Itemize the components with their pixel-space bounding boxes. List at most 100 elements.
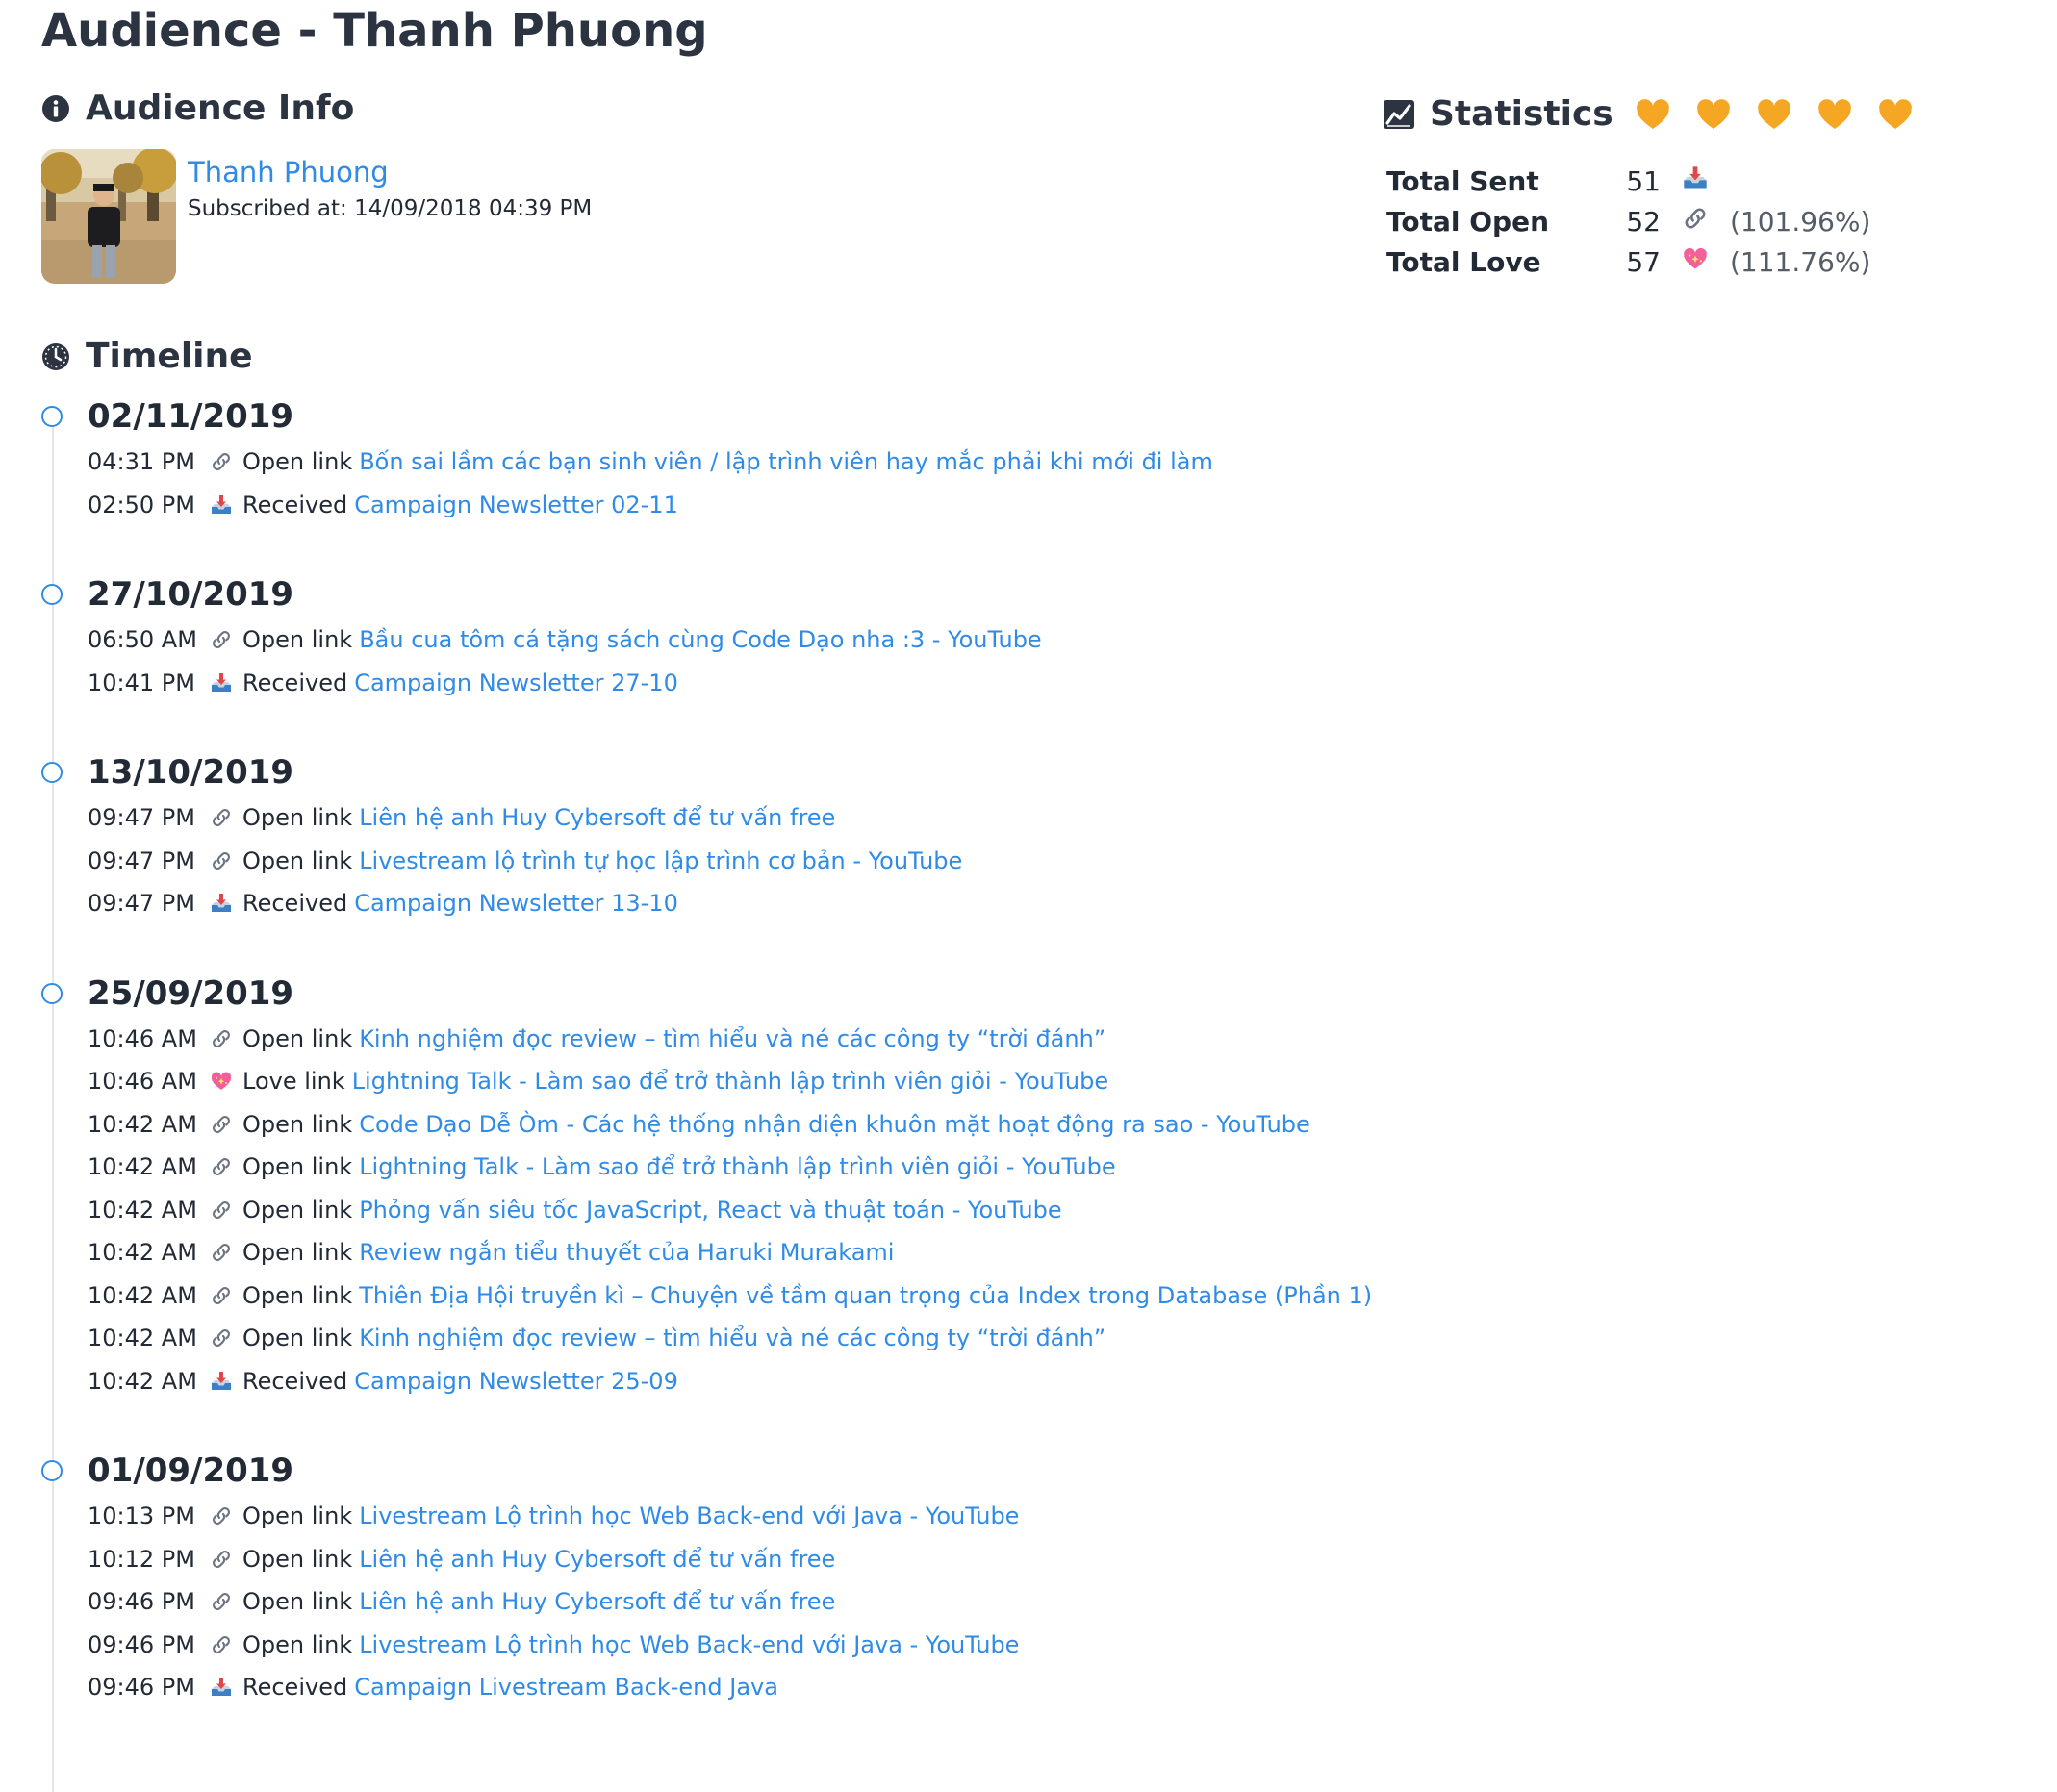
timeline-date: 27/10/2019 xyxy=(41,570,1485,618)
event-target-link[interactable]: Liên hệ anh Huy Cybersoft để tư vấn free xyxy=(359,804,835,831)
event-action: Open link xyxy=(242,846,353,874)
event-target-link[interactable]: Bầu cua tôm cá tặng sách cùng Code Dạo n… xyxy=(359,626,1042,653)
stats-value: 51 xyxy=(1626,164,1661,197)
link-icon xyxy=(202,1590,241,1613)
stats-value: 57 xyxy=(1626,245,1661,278)
orange-heart-icon xyxy=(1695,96,1732,133)
event-target-link[interactable]: Liên hệ anh Huy Cybersoft để tư vấn free xyxy=(359,1546,835,1573)
event-time: 10:42 AM xyxy=(88,1325,197,1352)
event-action: Received xyxy=(242,1674,348,1702)
event-time: 10:13 PM xyxy=(88,1502,195,1530)
timeline-event: 09:47 PM Open link Liên hệ anh Huy Cyberso… xyxy=(41,796,1485,840)
link-icon xyxy=(1661,201,1730,241)
event-target-link[interactable]: Campaign Livestream Back-end Java xyxy=(354,1674,778,1701)
statistics-heading: Statistics xyxy=(1384,94,1938,134)
timeline-event: 10:42 AM Open link Code Dạo Dễ Òm - Các hệ… xyxy=(41,1103,1485,1147)
timeline-title: Timeline xyxy=(86,337,253,376)
event-action: Received xyxy=(242,1367,348,1395)
clock-icon xyxy=(41,342,70,371)
link-icon xyxy=(202,1199,241,1222)
event-action: Received xyxy=(242,890,348,918)
timeline-event: 10:42 AM Open link Kinh nghiệm đọc review … xyxy=(41,1317,1485,1360)
event-target-link[interactable]: Campaign Newsletter 25-09 xyxy=(354,1368,678,1395)
timeline-date-label: 13/10/2019 xyxy=(88,753,294,792)
event-time: 10:46 AM xyxy=(88,1024,197,1052)
event-action: Open link xyxy=(242,1153,353,1181)
event-time: 10:42 AM xyxy=(88,1196,197,1224)
event-action: Open link xyxy=(242,1588,353,1616)
timeline-heading: Timeline xyxy=(41,337,253,376)
event-target-link[interactable]: Phỏng vấn siêu tốc JavaScript, React và … xyxy=(359,1197,1061,1224)
link-icon xyxy=(202,1633,241,1656)
event-target-link[interactable]: Liên hệ anh Huy Cybersoft để tư vấn free xyxy=(359,1588,835,1615)
event-target-link[interactable]: Campaign Newsletter 13-10 xyxy=(354,890,678,917)
event-target-link[interactable]: Lightning Talk - Làm sao để trở thành lậ… xyxy=(359,1153,1115,1180)
timeline: 02/11/2019 04:31 PM Open link Bốn sai lầm c… xyxy=(41,392,1485,1791)
event-time: 04:31 PM xyxy=(88,448,195,476)
event-time: 02:50 PM xyxy=(88,491,195,518)
event-time: 10:46 AM xyxy=(88,1068,197,1096)
timeline-dot-icon xyxy=(41,406,63,427)
timeline-group: 25/09/2019 10:46 AM Open link Kinh nghiệm đ… xyxy=(41,970,1485,1403)
stats-percent: (101.96%) xyxy=(1730,205,1871,238)
event-target-link[interactable]: Lightning Talk - Làm sao để trở thành lậ… xyxy=(352,1068,1108,1095)
link-icon xyxy=(202,1113,241,1136)
link-icon xyxy=(202,1027,241,1050)
link-icon xyxy=(202,1241,241,1264)
event-target-link[interactable]: Campaign Newsletter 02-11 xyxy=(354,492,678,518)
event-target-link[interactable]: Livestream Lộ trình học Web Back-end với… xyxy=(359,1631,1019,1658)
orange-heart-icon xyxy=(1816,96,1853,133)
link-icon xyxy=(202,450,241,473)
event-action: Open link xyxy=(242,804,353,832)
timeline-event: 10:46 AM Open link Kinh nghiệm đọc review … xyxy=(41,1018,1485,1061)
timeline-date-label: 02/11/2019 xyxy=(88,397,294,436)
event-action: Open link xyxy=(242,1502,353,1530)
timeline-date-label: 27/10/2019 xyxy=(88,575,294,614)
event-target-link[interactable]: Code Dạo Dễ Òm - Các hệ thống nhận diện … xyxy=(359,1111,1310,1138)
orange-heart-icon xyxy=(1756,96,1792,133)
event-action: Love link xyxy=(242,1068,345,1096)
event-target-link[interactable]: Livestream lộ trình tự học lập trình cơ … xyxy=(359,847,962,874)
inbox-tray-icon xyxy=(202,1676,241,1699)
event-action: Open link xyxy=(242,1110,353,1138)
stats-percent: (111.76%) xyxy=(1730,245,1871,278)
stats-label: Total Sent xyxy=(1386,164,1539,197)
timeline-event: 10:46 AM Love link Lightning Talk - Làm sa… xyxy=(41,1060,1485,1103)
link-icon xyxy=(202,628,241,651)
statistics-table: Total Sent 51 Total Open 52 (101.96%) Total L… xyxy=(1386,161,1870,282)
event-action: Open link xyxy=(242,448,353,476)
event-target-link[interactable]: Thiên Địa Hội truyền kì – Chuyện về tầm … xyxy=(359,1282,1372,1309)
event-target-link[interactable]: Kinh nghiệm đọc review – tìm hiểu và né … xyxy=(359,1325,1105,1351)
event-action: Open link xyxy=(242,1325,353,1352)
event-time: 09:47 PM xyxy=(88,890,195,918)
event-time: 10:12 PM xyxy=(88,1545,195,1573)
event-action: Open link xyxy=(242,626,353,654)
link-icon xyxy=(202,1504,241,1527)
audience-name-link[interactable]: Thanh Phuong xyxy=(188,153,592,191)
event-target-link[interactable]: Kinh nghiệm đọc review – tìm hiểu và né … xyxy=(359,1025,1105,1052)
event-target-link[interactable]: Review ngắn tiểu thuyết của Haruki Murak… xyxy=(359,1239,894,1266)
stats-label: Total Open xyxy=(1386,205,1550,238)
event-time: 10:42 AM xyxy=(88,1110,197,1138)
subscribed-at: Subscribed at: 14/09/2018 04:39 PM xyxy=(188,196,593,221)
timeline-event: 04:31 PM Open link Bốn sai lầm các bạn sin… xyxy=(41,441,1485,484)
event-time: 10:42 AM xyxy=(88,1367,197,1395)
timeline-event: 09:46 PM Open link Livestream Lộ trình học… xyxy=(41,1624,1485,1667)
event-action: Open link xyxy=(242,1196,353,1224)
timeline-group: 27/10/2019 06:50 AM Open link Bầu cua tôm c… xyxy=(41,570,1485,704)
stats-value: 52 xyxy=(1626,205,1661,238)
event-action: Received xyxy=(242,491,348,518)
inbox-tray-icon xyxy=(202,1370,241,1393)
timeline-group: 02/11/2019 04:31 PM Open link Bốn sai lầm c… xyxy=(41,392,1485,526)
rating-hearts xyxy=(1635,96,1938,133)
event-action: Received xyxy=(242,669,348,696)
event-time: 10:42 AM xyxy=(88,1281,197,1309)
timeline-group: 01/09/2019 10:13 PM Open link Livestream Lộ… xyxy=(41,1447,1485,1709)
link-icon xyxy=(202,1326,241,1350)
statistics-title: Statistics xyxy=(1430,94,1613,134)
event-target-link[interactable]: Campaign Newsletter 27-10 xyxy=(354,669,678,696)
event-target-link[interactable]: Livestream Lộ trình học Web Back-end với… xyxy=(359,1502,1019,1529)
event-target-link[interactable]: Bốn sai lầm các bạn sinh viên / lập trìn… xyxy=(359,448,1213,475)
timeline-event: 10:42 AM Open link Review ngắn tiểu thuyết… xyxy=(41,1231,1485,1275)
timeline-event: 10:42 AM Received Campaign Newsletter 25-0… xyxy=(41,1360,1485,1403)
